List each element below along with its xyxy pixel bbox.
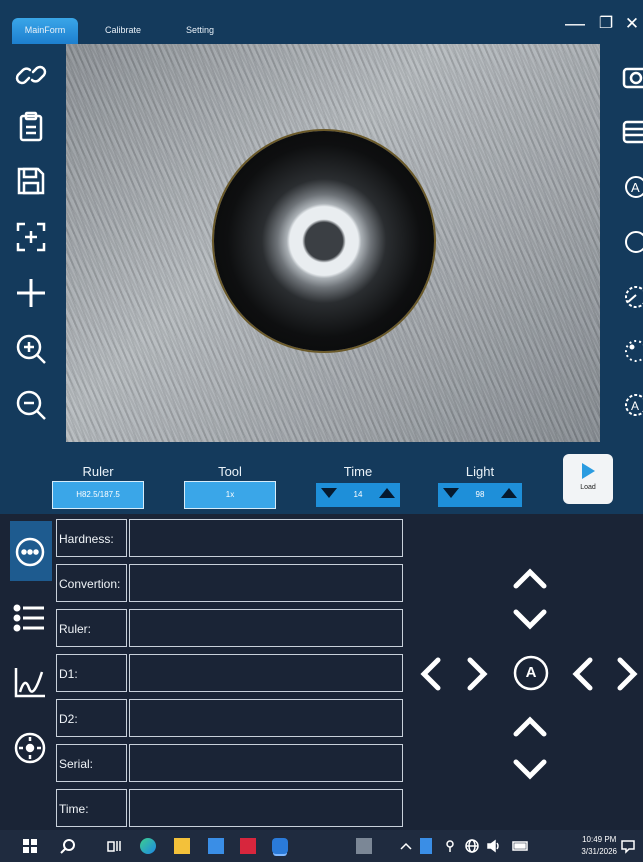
indentation-image [214,131,434,351]
hardness-app-icon[interactable] [272,838,288,854]
ruler-label: Ruler [82,464,114,479]
time-increase-button[interactable] [379,488,395,498]
stage-left-button[interactable] [418,654,444,694]
result-value [129,654,403,692]
focus-down-button[interactable] [510,756,550,786]
result-row-d1: D1: [56,654,403,694]
result-value [129,699,403,737]
result-value [129,564,403,602]
circle-line-icon[interactable] [620,282,643,312]
title-bar: MainForm Calibrate Setting — ❐ ✕ [0,0,643,44]
light-decrease-button[interactable] [443,488,459,498]
tab-setting[interactable]: Setting [160,18,240,44]
crosshair-frame-icon[interactable] [14,220,48,254]
camera-icon[interactable] [620,62,643,92]
result-value [129,744,403,782]
zoom-in-icon[interactable] [14,332,48,366]
tray-app-icon[interactable] [420,838,432,854]
result-row-ruler: Ruler: [56,609,403,649]
pen-icon[interactable] [442,838,458,854]
wps-icon[interactable] [240,838,256,854]
tool-label: Tool [218,464,242,479]
circle-icon[interactable] [620,227,643,257]
minimize-button[interactable]: — [560,10,590,40]
result-row-d2: D2: [56,699,403,739]
time-stepper: 14 [316,483,400,507]
result-row-hardness: Hardness: [56,519,403,559]
light-label: Light [465,464,495,479]
z-right-button[interactable] [614,654,640,694]
keyboard-icon[interactable] [356,838,372,854]
navigation-icon[interactable] [12,730,48,766]
volume-icon[interactable] [486,838,502,854]
load-button[interactable]: Load [563,454,613,504]
load-label: Load [580,484,596,491]
z-left-button[interactable] [570,654,596,694]
result-label: Convertion: [56,564,127,602]
light-stepper: 98 [438,483,522,507]
chevron-up-icon[interactable] [398,838,414,854]
mail-icon[interactable] [208,838,224,854]
task-view-icon[interactable] [106,838,122,854]
play-icon [582,463,595,479]
svg-text:A: A [631,180,640,195]
more-icon[interactable] [12,534,48,570]
right-toolbar: A A [600,44,643,442]
auto-focus-button[interactable]: A [512,654,550,692]
plus-icon[interactable] [14,276,48,310]
stage-down-button[interactable] [510,606,550,636]
time-decrease-button[interactable] [321,488,337,498]
focus-up-button[interactable] [510,710,550,740]
tab-calibrate[interactable]: Calibrate [90,18,156,44]
result-row-time: Time: [56,789,403,829]
result-label: D1: [56,654,127,692]
light-value: 98 [475,490,485,499]
time-value: 14 [353,490,363,499]
clipboard-icon[interactable] [14,110,48,144]
auto-measure-icon[interactable]: A [620,172,643,202]
clock-time: 10:49 PM [582,835,617,844]
svg-text:A: A [631,399,639,413]
tool-select[interactable]: 1x [184,481,276,509]
auto-circle-icon[interactable]: A [620,390,643,420]
result-value [129,609,403,647]
notifications-icon[interactable] [620,838,636,854]
time-label: Time [343,464,373,479]
clock-date: 3/31/2026 [581,847,617,856]
ruler-select[interactable]: H82.5/187.5 [52,481,144,509]
search-icon[interactable] [60,838,76,854]
file-explorer-icon[interactable] [174,838,190,854]
link-icon[interactable] [14,58,48,92]
chart-icon[interactable] [12,664,48,700]
result-value [129,789,403,827]
close-button[interactable]: ✕ [617,10,643,40]
result-label: Serial: [56,744,127,782]
result-label: Time: [56,789,127,827]
result-row-serial: Serial: [56,744,403,784]
result-label: Hardness: [56,519,127,557]
list-icon[interactable] [12,600,48,636]
save-icon[interactable] [14,164,48,198]
battery-icon[interactable] [512,838,530,854]
result-row-convertion: Convertion: [56,564,403,604]
controls-panel: Ruler H82.5/187.5 Tool 1x Time 14 Light … [0,442,643,514]
auto-focus-label: A [525,664,537,681]
result-value [129,519,403,557]
tab-mainform[interactable]: MainForm [12,18,78,44]
taskbar-clock[interactable]: 10:49 PM 3/31/2026 [581,834,617,858]
circle-dots-icon[interactable] [620,336,643,366]
stage-right-button[interactable] [464,654,490,694]
image-adjust-icon[interactable] [620,116,643,146]
windows-start-icon[interactable] [22,838,38,854]
camera-view[interactable] [66,44,600,442]
edge-icon[interactable] [140,838,156,854]
taskbar: 10:49 PM 3/31/2026 [0,830,643,862]
result-label: D2: [56,699,127,737]
light-increase-button[interactable] [501,488,517,498]
network-icon[interactable] [464,838,480,854]
left-toolbar [0,44,66,442]
zoom-out-icon[interactable] [14,388,48,422]
result-label: Ruler: [56,609,127,647]
stage-up-button[interactable] [510,562,550,592]
